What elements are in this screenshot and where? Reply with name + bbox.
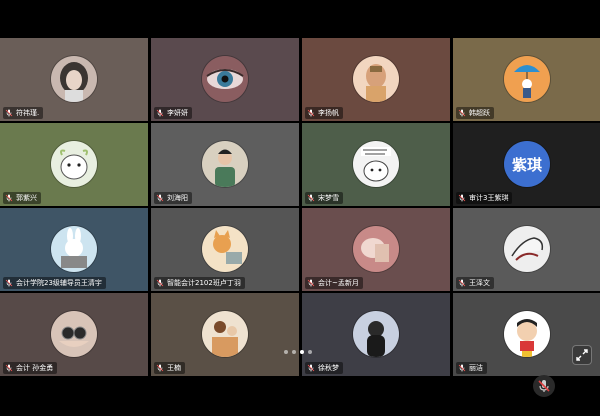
participant-tile[interactable]: 刘海阳 — [151, 123, 299, 206]
microphone-muted-icon — [156, 279, 164, 287]
participant-name-label: 审计3王紫琪 — [456, 192, 513, 204]
participant-tile[interactable]: 智能会计2102班卢丁羽 — [151, 208, 299, 291]
participant-grid: 符祎瑾. 李妍妍 李扬帆 韩超跃郭紫兴 刘海阳 宋梦雪 紫琪审计3王紫琪会计学院23级辅导员… — [0, 38, 600, 378]
participant-tile[interactable]: 韩超跃 — [453, 38, 600, 121]
participant-name: 刘海阳 — [167, 194, 188, 202]
participant-name-label: 会计学院23级辅导员王清宇 — [3, 277, 106, 289]
microphone-muted-icon — [5, 194, 13, 202]
avatar: 紫琪 — [504, 141, 550, 187]
page-dot-current[interactable] — [300, 350, 304, 354]
participant-name: 审计3王紫琪 — [469, 194, 509, 202]
participant-tile[interactable]: 徐秋梦 — [302, 293, 450, 376]
avatar — [353, 56, 399, 102]
participant-name: 符祎瑾. — [16, 109, 40, 117]
participant-name: 宋梦雪 — [318, 194, 339, 202]
participant-name: 李妍妍 — [167, 109, 188, 117]
participant-tile[interactable]: 符祎瑾. — [0, 38, 148, 121]
microphone-muted-icon — [156, 364, 164, 372]
avatar — [202, 226, 248, 272]
microphone-muted-icon — [307, 109, 315, 117]
participant-name-label: 丽洁 — [456, 362, 487, 374]
microphone-muted-icon — [5, 109, 13, 117]
participant-name: 郭紫兴 — [16, 194, 37, 202]
participant-tile[interactable]: 李妍妍 — [151, 38, 299, 121]
avatar — [504, 226, 550, 272]
avatar — [51, 226, 97, 272]
participant-name-label: 符祎瑾. — [3, 107, 44, 119]
participant-name-label: 会计~孟新月 — [305, 277, 363, 289]
participant-name-label: 李扬帆 — [305, 107, 343, 119]
participant-name: 李扬帆 — [318, 109, 339, 117]
participant-tile[interactable]: 王楠 — [151, 293, 299, 376]
microphone-muted-icon — [156, 109, 164, 117]
avatar — [202, 141, 248, 187]
avatar — [51, 141, 97, 187]
avatar — [353, 226, 399, 272]
page-dot[interactable] — [308, 350, 312, 354]
expand-view-icon — [576, 349, 588, 361]
participant-name: 徐秋梦 — [318, 364, 339, 372]
participant-name-label: 王泽文 — [456, 277, 494, 289]
microphone-muted-icon — [458, 109, 466, 117]
participant-tile[interactable]: 会计 孙金勇 — [0, 293, 148, 376]
avatar — [202, 56, 248, 102]
participant-name: 智能会计2102班卢丁羽 — [167, 279, 241, 287]
participant-name-label: 智能会计2102班卢丁羽 — [154, 277, 245, 289]
participant-name-label: 韩超跃 — [456, 107, 494, 119]
participant-name: 王泽文 — [469, 279, 490, 287]
microphone-muted-icon — [307, 194, 315, 202]
participant-name: 王楠 — [167, 364, 181, 372]
participant-name-label: 宋梦雪 — [305, 192, 343, 204]
microphone-muted-icon — [307, 279, 315, 287]
microphone-muted-icon — [538, 380, 550, 392]
participant-tile[interactable]: 紫琪审计3王紫琪 — [453, 123, 600, 206]
avatar — [51, 311, 97, 357]
participant-name-label: 刘海阳 — [154, 192, 192, 204]
expand-view-button[interactable] — [573, 346, 591, 364]
mute-microphone-button[interactable] — [533, 375, 555, 397]
participant-tile[interactable]: 会计~孟新月 — [302, 208, 450, 291]
participant-tile[interactable]: 郭紫兴 — [0, 123, 148, 206]
microphone-muted-icon — [458, 364, 466, 372]
participant-name: 丽洁 — [469, 364, 483, 372]
participant-name-label: 会计 孙金勇 — [3, 362, 58, 374]
avatar — [504, 56, 550, 102]
participant-name-label: 王楠 — [154, 362, 185, 374]
page-dot[interactable] — [284, 350, 288, 354]
participant-tile[interactable]: 王泽文 — [453, 208, 600, 291]
microphone-muted-icon — [458, 279, 466, 287]
microphone-muted-icon — [458, 194, 466, 202]
microphone-muted-icon — [156, 194, 164, 202]
participant-name-label: 李妍妍 — [154, 107, 192, 119]
participant-tile[interactable]: 宋梦雪 — [302, 123, 450, 206]
avatar — [353, 311, 399, 357]
participant-name: 会计学院23级辅导员王清宇 — [16, 279, 102, 287]
participant-name: 会计 孙金勇 — [16, 364, 54, 372]
participant-tile[interactable]: 李扬帆 — [302, 38, 450, 121]
participant-name-label: 徐秋梦 — [305, 362, 343, 374]
avatar — [51, 56, 97, 102]
microphone-muted-icon — [5, 364, 13, 372]
avatar-initials: 紫琪 — [504, 141, 550, 187]
microphone-muted-icon — [5, 279, 13, 287]
page-indicator[interactable] — [284, 350, 312, 354]
avatar — [353, 141, 399, 187]
microphone-muted-icon — [307, 364, 315, 372]
participant-name: 会计~孟新月 — [318, 279, 359, 287]
page-dot[interactable] — [292, 350, 296, 354]
participant-name-label: 郭紫兴 — [3, 192, 41, 204]
participant-name: 韩超跃 — [469, 109, 490, 117]
avatar — [504, 311, 550, 357]
participant-tile[interactable]: 会计学院23级辅导员王清宇 — [0, 208, 148, 291]
avatar — [202, 311, 248, 357]
